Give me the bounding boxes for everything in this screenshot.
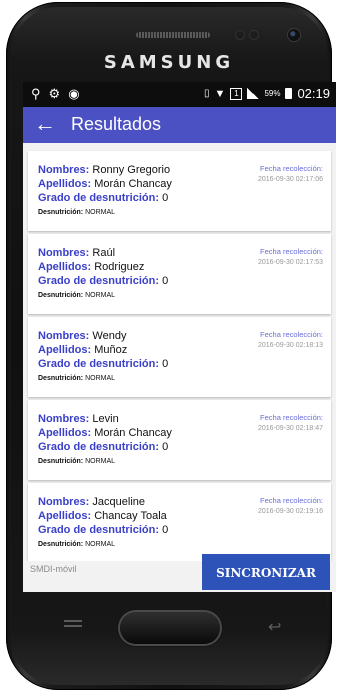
apellidos-label: Apellidos: xyxy=(38,261,92,273)
front-camera xyxy=(288,29,300,41)
desnutricion-value: NORMAL xyxy=(85,541,116,548)
wifi-icon: ▼ xyxy=(214,87,226,100)
nombres-label: Nombres: xyxy=(38,247,90,259)
result-info: Nombres: Jacqueline Apellidos: Chancay T… xyxy=(38,495,218,551)
result-card[interactable]: Nombres: Ronny Gregorio Apellidos: Morán… xyxy=(28,151,331,231)
status-left-icons: ⚲ ⚙ ◉ xyxy=(31,86,80,102)
desnutricion-value: NORMAL xyxy=(85,292,116,299)
light-sensor xyxy=(250,31,258,39)
app-bar: ← Resultados xyxy=(23,107,336,143)
nombres-value: Levin xyxy=(92,413,119,425)
proximity-sensor xyxy=(236,31,244,39)
status-right-icons: ▯ ▼ 1 59% 02:19 xyxy=(204,86,330,101)
grado-value: 0 xyxy=(162,358,169,370)
result-date: Fecha recolección: 2016-09-30 02:19:16 xyxy=(213,495,323,517)
back-key-icon[interactable]: ↩ xyxy=(268,617,281,637)
fecha-label: Fecha recolección: xyxy=(260,496,323,505)
result-card[interactable]: Nombres: Raúl Apellidos: Rodriguez Grado… xyxy=(28,234,331,314)
vibrate-icon: ▯ xyxy=(204,88,210,99)
apellidos-value: Muñoz xyxy=(94,344,128,356)
desnutricion-label: Desnutrición: xyxy=(38,458,84,465)
desnutricion-label: Desnutrición: xyxy=(38,209,84,216)
desnutricion-label: Desnutrición: xyxy=(38,541,84,548)
status-bar: ⚲ ⚙ ◉ ▯ ▼ 1 59% 02:19 xyxy=(23,82,336,107)
status-time: 02:19 xyxy=(297,86,330,101)
nombres-value: Wendy xyxy=(92,330,127,342)
sim-icon: 1 xyxy=(230,87,243,100)
screen: ⚲ ⚙ ◉ ▯ ▼ 1 59% 02:19 ← Resultados Nombr… xyxy=(23,82,336,592)
grado-label: Grado de desnutrición: xyxy=(38,192,160,204)
grado-label: Grado de desnutrición: xyxy=(38,275,160,287)
grado-label: Grado de desnutrición: xyxy=(38,524,160,536)
nombres-value: Jacqueline xyxy=(92,496,145,508)
apellidos-value: Morán Chancay xyxy=(94,427,172,439)
result-info: Nombres: Raúl Apellidos: Rodriguez Grado… xyxy=(38,246,218,302)
result-date: Fecha recolección: 2016-09-30 02:17:53 xyxy=(213,246,323,268)
page-title: Resultados xyxy=(71,114,162,134)
nombres-value: Raúl xyxy=(92,247,116,259)
home-button[interactable] xyxy=(120,612,220,644)
apellidos-label: Apellidos: xyxy=(38,510,92,522)
result-card[interactable]: Nombres: Wendy Apellidos: Muñoz Grado de… xyxy=(28,317,331,397)
grado-value: 0 xyxy=(162,275,169,287)
nombres-label: Nombres: xyxy=(38,330,90,342)
nombres-value: Ronny Gregorio xyxy=(92,164,171,176)
grado-label: Grado de desnutrición: xyxy=(38,441,160,453)
fecha-value: 2016-09-30 02:18:13 xyxy=(258,342,323,349)
apellidos-value: Morán Chancay xyxy=(94,178,172,190)
desnutricion-value: NORMAL xyxy=(85,458,116,465)
result-date: Fecha recolección: 2016-09-30 02:18:47 xyxy=(213,412,323,434)
desnutricion-value: NORMAL xyxy=(85,209,116,216)
apellidos-label: Apellidos: xyxy=(38,178,92,190)
arrow-left-icon[interactable]: ← xyxy=(34,112,56,136)
footer-bar: SMDI-móvil SINCRONIZAR xyxy=(23,554,336,592)
grado-label: Grado de desnutrición: xyxy=(38,358,160,370)
brand-logo: SAMSUNG xyxy=(103,52,235,73)
fecha-label: Fecha recolección: xyxy=(260,330,323,339)
usb-icon: ⚙ xyxy=(48,86,61,101)
result-info: Nombres: Levin Apellidos: Morán Chancay … xyxy=(38,412,218,468)
nombres-label: Nombres: xyxy=(38,164,90,176)
sync-button[interactable]: SINCRONIZAR xyxy=(202,554,330,590)
signal-icon xyxy=(247,88,260,99)
apellidos-value: Chancay Toala xyxy=(94,510,167,522)
battery-icon xyxy=(285,88,293,99)
nombres-label: Nombres: xyxy=(38,413,90,425)
fecha-value: 2016-09-30 02:19:16 xyxy=(258,508,323,515)
apellidos-label: Apellidos: xyxy=(38,427,92,439)
fecha-label: Fecha recolección: xyxy=(260,247,323,256)
fecha-label: Fecha recolección: xyxy=(260,413,323,422)
grado-value: 0 xyxy=(162,192,169,204)
desnutricion-value: NORMAL xyxy=(85,375,116,382)
result-card[interactable]: Nombres: Jacqueline Apellidos: Chancay T… xyxy=(28,483,331,561)
result-date: Fecha recolección: 2016-09-30 02:18:13 xyxy=(213,329,323,351)
result-card[interactable]: Nombres: Levin Apellidos: Morán Chancay … xyxy=(28,400,331,480)
chat-icon: ◉ xyxy=(68,86,80,101)
nombres-label: Nombres: xyxy=(38,496,90,508)
apellidos-value: Rodriguez xyxy=(94,261,145,273)
menu-key-icon[interactable] xyxy=(64,620,82,632)
apellidos-label: Apellidos: xyxy=(38,344,92,356)
results-list[interactable]: Nombres: Ronny Gregorio Apellidos: Morán… xyxy=(23,143,336,561)
result-info: Nombres: Ronny Gregorio Apellidos: Morán… xyxy=(38,163,218,219)
grado-value: 0 xyxy=(162,441,169,453)
result-info: Nombres: Wendy Apellidos: Muñoz Grado de… xyxy=(38,329,218,385)
fecha-value: 2016-09-30 02:17:53 xyxy=(258,259,323,266)
fecha-value: 2016-09-30 02:18:47 xyxy=(258,425,323,432)
desnutricion-label: Desnutrición: xyxy=(38,375,84,382)
fecha-label: Fecha recolección: xyxy=(260,164,323,173)
grado-value: 0 xyxy=(162,524,169,536)
result-date: Fecha recolección: 2016-09-30 02:17:06 xyxy=(213,163,323,185)
fecha-value: 2016-09-30 02:17:06 xyxy=(258,176,323,183)
app-name-label: SMDI-móvil xyxy=(30,564,77,574)
desnutricion-label: Desnutrición: xyxy=(38,292,84,299)
earpiece-speaker xyxy=(136,32,210,38)
location-icon: ⚲ xyxy=(31,86,41,101)
battery-percent: 59% xyxy=(264,89,281,98)
